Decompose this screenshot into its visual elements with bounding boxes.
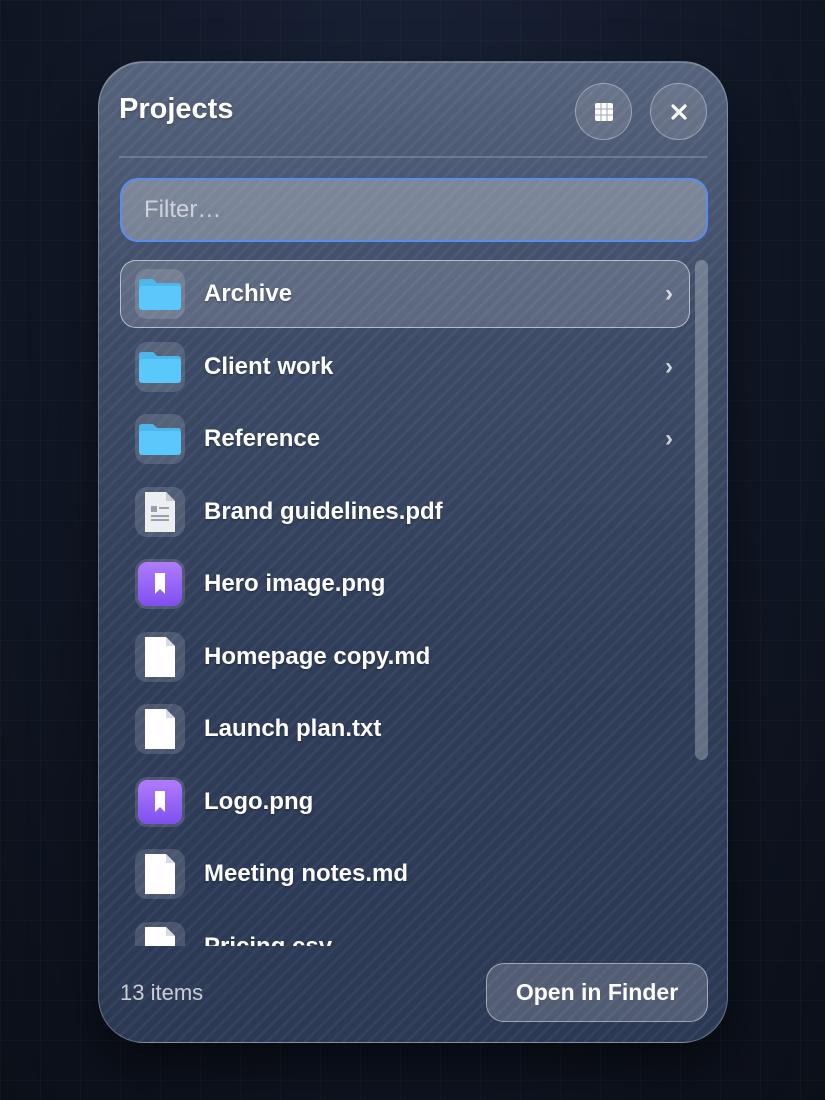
grid-view-button[interactable] <box>575 83 632 140</box>
list-item-label: Reference <box>204 425 321 452</box>
list-item[interactable]: Pricing.csv <box>120 913 690 947</box>
document-icon <box>135 921 185 946</box>
list-item[interactable]: Brand guidelines.pdf <box>120 478 690 546</box>
list-item-label: Pricing.csv <box>204 932 333 947</box>
chevron-right-icon: › <box>665 425 673 452</box>
chevron-right-icon: › <box>665 280 673 307</box>
panel-title: Projects <box>119 92 234 125</box>
list-item-label: Client work <box>204 352 334 380</box>
list-item-label: Logo.png <box>204 787 314 815</box>
image-file-icon <box>135 776 185 827</box>
list-item-label: Launch plan.txt <box>204 715 382 742</box>
filter-input[interactable] <box>120 178 708 242</box>
list-item[interactable]: Launch plan.txt <box>120 695 690 763</box>
list-item[interactable]: Homepage copy.md <box>120 623 690 691</box>
open-in-finder-button[interactable]: Open in Finder <box>486 963 708 1022</box>
list-item[interactable]: Hero image.png <box>120 550 690 618</box>
folder-icon <box>135 414 185 464</box>
pdf-file-icon <box>135 486 185 537</box>
document-icon <box>135 849 185 899</box>
folder-icon <box>135 341 185 392</box>
list-item-label: Meeting notes.md <box>204 860 409 887</box>
list-item-label: Archive <box>204 280 293 307</box>
list-item[interactable]: Logo.png <box>120 768 690 836</box>
list-item[interactable]: Client work › <box>120 333 690 401</box>
image-file-icon <box>135 559 185 609</box>
close-icon <box>670 103 687 120</box>
document-icon <box>135 631 185 682</box>
list-item[interactable]: Meeting notes.md <box>120 840 690 908</box>
list-item[interactable]: Reference › <box>120 405 690 473</box>
item-count: 13 items <box>120 980 204 1005</box>
close-button[interactable] <box>650 83 707 140</box>
panel-header: Projects <box>119 62 707 158</box>
file-list: Archive › Client work › Reference › Brand guid… <box>120 260 690 946</box>
document-icon <box>135 704 185 754</box>
list-item-label: Hero image.png <box>204 570 386 597</box>
projects-panel: Projects Archive › Client work › Reference › B… <box>98 61 728 1043</box>
list-item-label: Brand guidelines.pdf <box>204 497 443 525</box>
chevron-right-icon: › <box>665 352 673 380</box>
folder-icon <box>135 269 185 319</box>
list-item-label: Homepage copy.md <box>204 642 431 670</box>
list-scrollbar[interactable] <box>695 260 708 760</box>
list-item[interactable]: Archive › <box>120 260 690 328</box>
grid-icon <box>594 102 613 121</box>
